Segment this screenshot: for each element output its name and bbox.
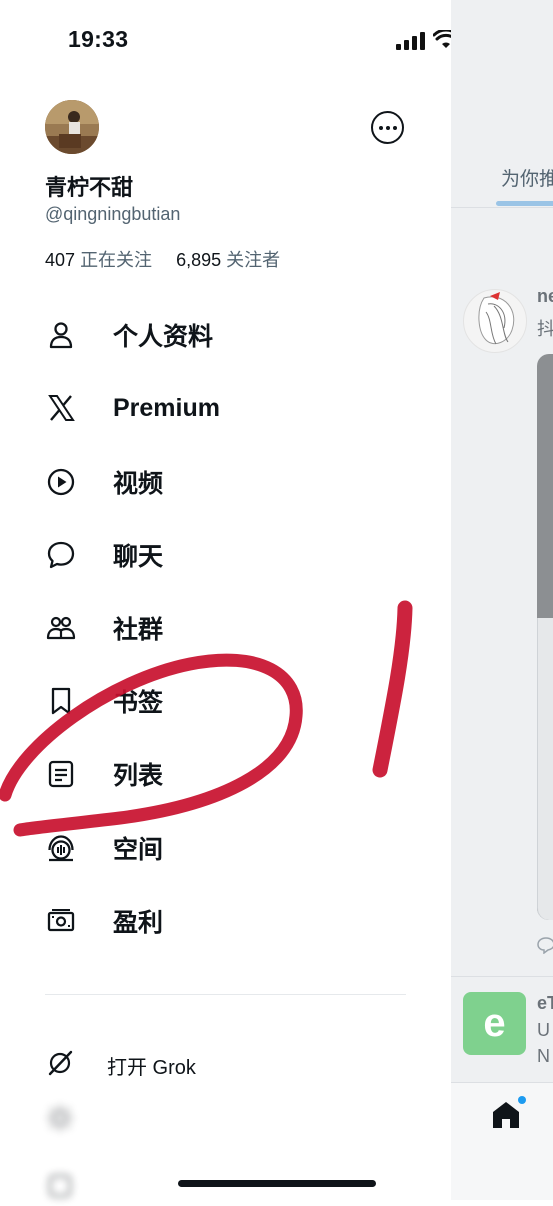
reply-icon[interactable] bbox=[537, 936, 553, 954]
tab-for-you[interactable]: 为你推 bbox=[501, 164, 553, 191]
sun-icon bbox=[45, 1103, 75, 1138]
cellular-signal-icon bbox=[396, 32, 425, 50]
menu-item-profile[interactable]: 个人资料 bbox=[45, 311, 405, 359]
menu-item-monetization[interactable]: 盈利 bbox=[45, 897, 405, 945]
menu-item-display[interactable] bbox=[45, 1102, 405, 1138]
list-icon bbox=[45, 758, 77, 790]
home-feed-peek[interactable]: 为你推 ne 抖 e eT U N bbox=[451, 0, 553, 1200]
chat-bubble-icon bbox=[45, 539, 77, 571]
settings-icon bbox=[45, 1171, 75, 1206]
ad-author-name[interactable]: eT bbox=[537, 993, 553, 1014]
person-icon bbox=[45, 319, 77, 351]
menu-label: 列表 bbox=[113, 762, 164, 790]
follow-stats: 407 正在关注 6,895 关注者 bbox=[45, 246, 280, 272]
notification-dot bbox=[518, 1096, 526, 1104]
menu-item-chat[interactable]: 聊天 bbox=[45, 531, 405, 579]
communities-icon bbox=[45, 612, 77, 644]
menu-label: 空间 bbox=[113, 836, 164, 864]
post-author-name[interactable]: ne bbox=[537, 286, 553, 307]
ad-text-line1: U bbox=[537, 1020, 550, 1040]
post-avatar[interactable] bbox=[463, 289, 527, 353]
post-text: 抖 bbox=[537, 319, 553, 339]
home-indicator bbox=[178, 1180, 376, 1187]
spaces-icon bbox=[45, 832, 77, 864]
menu-label: 书签 bbox=[113, 689, 164, 717]
status-time: 19:33 bbox=[68, 26, 129, 52]
header-divider bbox=[451, 207, 553, 208]
menu-label: 盈利 bbox=[113, 909, 164, 937]
followers-label[interactable]: 关注者 bbox=[226, 250, 280, 270]
menu-item-lists[interactable]: 列表 bbox=[45, 750, 405, 798]
menu-label: 个人资料 bbox=[113, 323, 214, 351]
x-logo-icon bbox=[45, 392, 77, 424]
ad-logo[interactable]: e bbox=[463, 992, 526, 1055]
menu-label: 视频 bbox=[113, 470, 164, 498]
menu-label: 聊天 bbox=[113, 543, 164, 571]
profile-display-name[interactable]: 青柠不甜 bbox=[45, 170, 133, 202]
tab-underline bbox=[496, 201, 553, 206]
post-divider bbox=[451, 976, 553, 977]
followers-count[interactable]: 6,895 bbox=[176, 250, 221, 270]
menu-divider bbox=[45, 994, 406, 995]
menu-item-spaces[interactable]: 空间 bbox=[45, 824, 405, 872]
grok-icon bbox=[45, 1048, 75, 1083]
menu-label: 社群 bbox=[113, 616, 164, 644]
ad-text-line2: N bbox=[537, 1046, 550, 1066]
menu-item-bookmarks[interactable]: 书签 bbox=[45, 677, 405, 725]
menu-label: 打开 Grok bbox=[107, 1056, 196, 1079]
more-options-button[interactable] bbox=[371, 111, 404, 144]
profile-avatar[interactable] bbox=[45, 100, 99, 154]
menu-item-settings[interactable] bbox=[45, 1170, 405, 1206]
following-label[interactable]: 正在关注 bbox=[80, 250, 152, 270]
bookmark-icon bbox=[45, 685, 77, 717]
menu-item-premium[interactable]: Premium bbox=[45, 384, 405, 432]
profile-handle[interactable]: @qingningbutian bbox=[45, 204, 180, 225]
menu-item-communities[interactable]: 社群 bbox=[45, 604, 405, 652]
play-icon bbox=[45, 466, 77, 498]
following-count[interactable]: 407 bbox=[45, 250, 75, 270]
menu-label: Premium bbox=[113, 393, 220, 422]
monetization-icon bbox=[45, 905, 77, 937]
menu-item-video[interactable]: 视频 bbox=[45, 458, 405, 506]
post-media-card[interactable] bbox=[537, 618, 553, 920]
home-icon[interactable] bbox=[491, 1100, 521, 1130]
menu-item-open-grok[interactable]: 打开 Grok bbox=[45, 1047, 405, 1083]
